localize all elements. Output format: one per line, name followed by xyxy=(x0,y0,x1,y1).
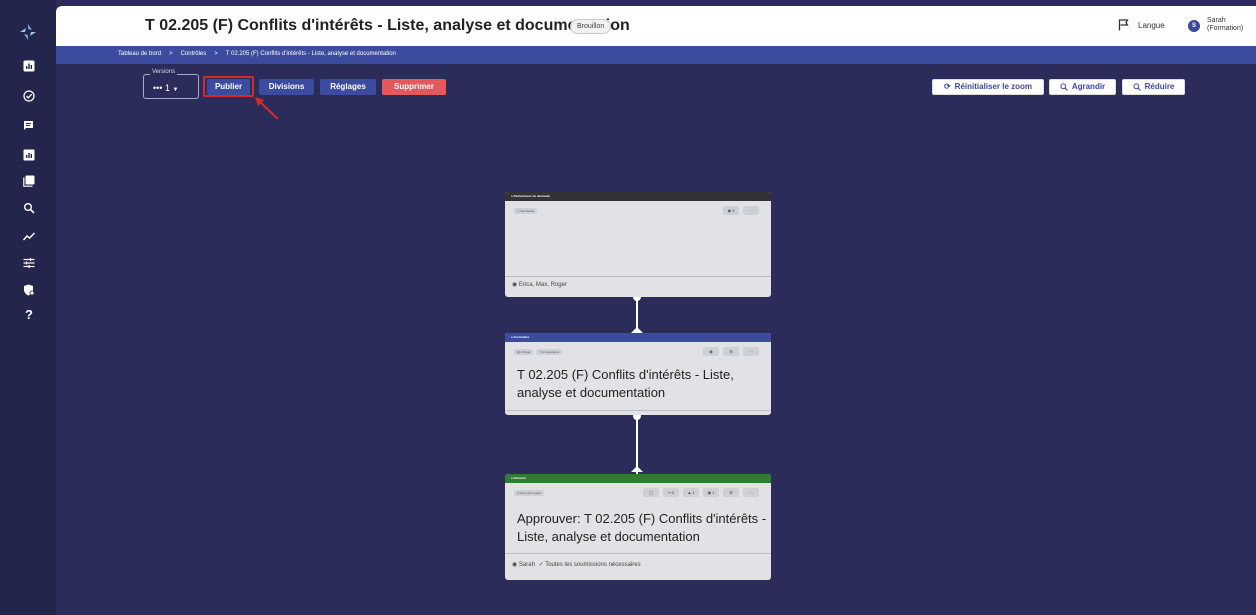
divisions-button[interactable]: Divisions xyxy=(259,79,314,95)
page-count-tag: ▤ 1 Page xyxy=(514,349,534,355)
eye-icon[interactable]: ◉ xyxy=(703,347,719,356)
versions-label: Versions xyxy=(150,69,178,75)
approvers-count[interactable]: ▲ 1 xyxy=(683,488,699,497)
check-circle-icon[interactable] xyxy=(22,89,36,103)
node-footer xyxy=(505,410,771,415)
app-logo-icon[interactable] xyxy=(18,22,38,42)
user-menu[interactable]: Sarah (Formation) xyxy=(1207,17,1243,33)
flag-icon xyxy=(1118,19,1129,31)
breadcrumb-current: T 02.205 (F) Conflits d'intérêts - Liste… xyxy=(225,51,396,57)
page-title: T 02.205 (F) Conflits d'intérêts - Liste… xyxy=(145,17,630,34)
node-header: ● Déclencheur de demande xyxy=(505,192,771,201)
reset-icon: ⟳ xyxy=(943,82,951,91)
help-icon[interactable]: ? xyxy=(22,307,36,322)
version-number: 1 xyxy=(164,83,170,93)
breadcrumb: Tableau de bord > Contrôles > T 02.205 (… xyxy=(118,51,396,57)
language-selector[interactable]: Langue xyxy=(1118,19,1165,31)
assignees-count[interactable]: ◉ 3 xyxy=(723,206,739,215)
node-title: Approuver: T 02.205 (F) Conflits d'intér… xyxy=(517,511,767,544)
trend-icon[interactable] xyxy=(22,229,36,243)
node-tag: ⊘ Peut être rejeté xyxy=(514,490,544,496)
zoom-out-button[interactable]: Réduire xyxy=(1122,79,1185,95)
node-footer: ◉ Erica, Max, Roger xyxy=(505,276,771,297)
version-value: ••• 1 ▼ xyxy=(153,83,178,93)
more-options-button[interactable]: ··· xyxy=(743,206,759,215)
more-options-button[interactable]: ··· xyxy=(743,347,759,356)
zoom-out-icon xyxy=(1132,83,1141,91)
node-footer: ◉ Sarah ✓ Toutes les soumissions nécessa… xyxy=(505,553,771,580)
delete-button[interactable]: Supprimer xyxy=(382,79,446,95)
node-requirement: Toutes les soumissions nécessaires xyxy=(545,562,641,568)
assignees-count[interactable]: ◉ 1 xyxy=(703,488,719,497)
zoom-out-label: Réduire xyxy=(1144,82,1175,91)
status-badge: Brouillon xyxy=(570,19,612,34)
user-role: (Formation) xyxy=(1207,25,1244,32)
zoom-in-label: Agrandir xyxy=(1071,82,1106,91)
pointer-arrow-icon xyxy=(255,97,279,120)
workflow-node-decision[interactable]: ● Décision ⊘ Peut être rejeté ▢ ⤳ 0 ▲ 1 … xyxy=(505,474,771,580)
node-tag: ◷ Demander xyxy=(514,208,538,214)
user-icon: ◉ xyxy=(512,562,518,568)
node-header: ● Formulaire xyxy=(505,333,771,342)
chevron-down-icon: ▼ xyxy=(172,87,179,93)
user-icon: ◉ xyxy=(512,282,518,288)
workflow-node-form[interactable]: ● Formulaire ▤ 1 Page ? 11 Questions ◉ ⚙… xyxy=(505,333,771,415)
check-icon: ✓ xyxy=(538,562,544,568)
breadcrumb-separator: > xyxy=(169,51,173,57)
dashboard-icon[interactable] xyxy=(22,59,36,73)
version-dots-icon: ••• xyxy=(153,83,163,93)
node-assignee: Sarah xyxy=(518,562,535,568)
sliders-icon[interactable] xyxy=(22,256,36,270)
chat-icon[interactable] xyxy=(22,119,36,133)
search-icon[interactable] xyxy=(22,201,36,215)
settings-button[interactable]: Réglages xyxy=(320,79,376,95)
versions-select[interactable]: Versions ••• 1 ▼ xyxy=(143,69,199,99)
breadcrumb-controls[interactable]: Contrôles xyxy=(181,51,207,57)
connector-arrow-icon xyxy=(631,466,643,472)
top-bar: T 02.205 (F) Conflits d'intérêts - Liste… xyxy=(56,6,1256,46)
user-name: Sarah xyxy=(1207,17,1226,24)
library-icon[interactable] xyxy=(22,174,36,188)
report-icon[interactable] xyxy=(22,148,36,162)
language-label: Langue xyxy=(1138,20,1165,30)
escalation-count[interactable]: ⤳ 0 xyxy=(663,488,679,497)
question-count-tag: ? 11 Questions xyxy=(536,349,563,355)
node-header: ● Décision xyxy=(505,474,771,483)
calendar-icon[interactable]: ▢ xyxy=(643,488,659,497)
avatar[interactable]: S xyxy=(1188,20,1200,32)
workflow-node-trigger[interactable]: ● Déclencheur de demande ◷ Demander ◉ 3 … xyxy=(505,192,771,297)
node-assignees: Erica, Max, Roger xyxy=(518,282,567,288)
node-title: T 02.205 (F) Conflits d'intérêts - Liste… xyxy=(517,367,734,400)
breadcrumb-separator: > xyxy=(214,51,218,57)
reset-zoom-button[interactable]: ⟳ Réinitialiser le zoom xyxy=(932,79,1044,95)
breadcrumb-bar: Tableau de bord > Contrôles > T 02.205 (… xyxy=(56,46,1256,64)
more-options-button[interactable]: ··· xyxy=(743,488,759,497)
zoom-in-button[interactable]: Agrandir xyxy=(1049,79,1116,95)
settings-icon[interactable]: ⚙ xyxy=(723,347,739,356)
publish-highlight-box xyxy=(203,76,254,97)
reset-zoom-label: Réinitialiser le zoom xyxy=(954,82,1033,91)
shield-icon[interactable] xyxy=(22,283,36,297)
zoom-in-icon xyxy=(1060,83,1068,91)
settings-icon[interactable]: ⚙ xyxy=(723,488,739,497)
sidebar: ? xyxy=(0,0,56,615)
breadcrumb-dashboard[interactable]: Tableau de bord xyxy=(118,51,161,57)
